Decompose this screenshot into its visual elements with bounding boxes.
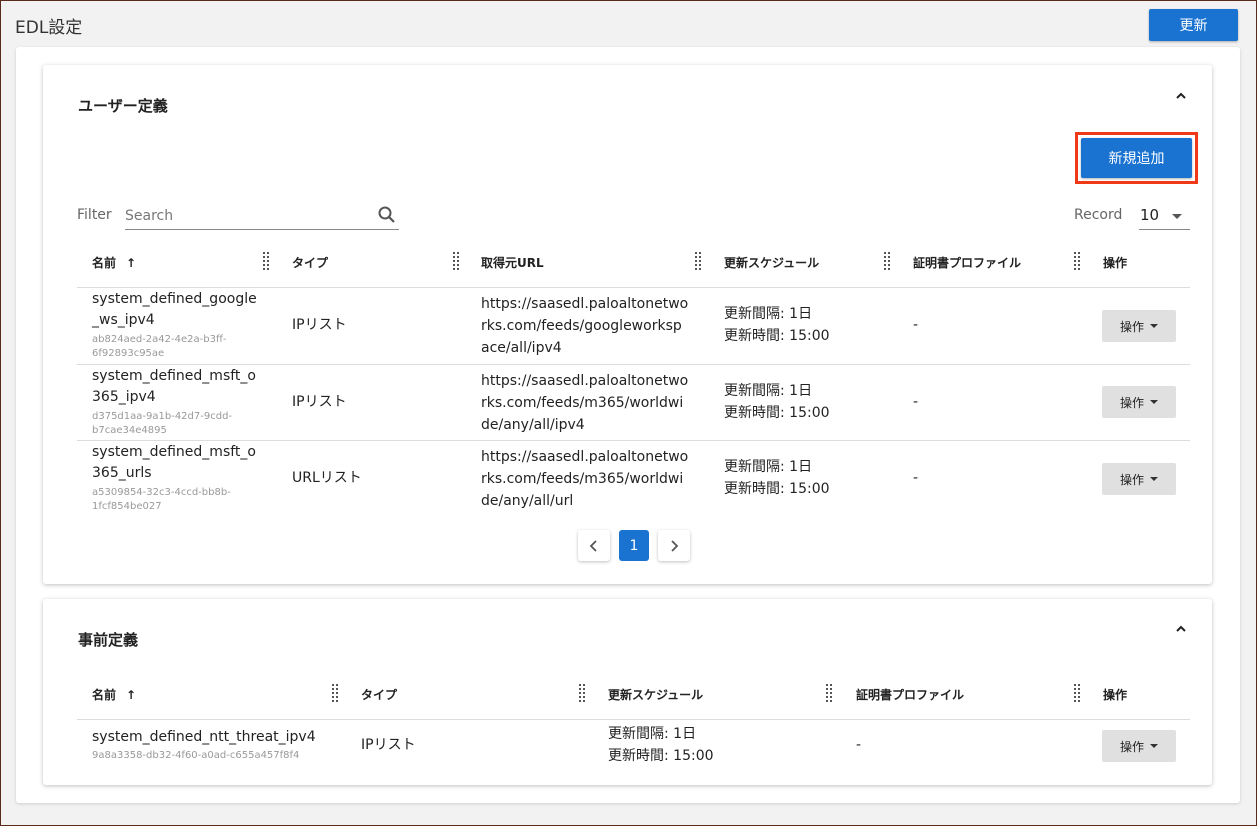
pagination-next[interactable] bbox=[658, 530, 690, 561]
caret-down-icon bbox=[1172, 214, 1182, 219]
row-action-button[interactable]: 操作 bbox=[1102, 310, 1176, 342]
col-header-schedule[interactable]: 更新スケジュール bbox=[608, 686, 703, 703]
pagination-prev[interactable] bbox=[578, 530, 610, 561]
row-name: system_defined_google _ws_ipv4 bbox=[92, 291, 257, 328]
row-schedule: 更新間隔: 1日 更新時間: 15:00 bbox=[724, 459, 830, 497]
sort-arrow-up-icon[interactable]: ↑ bbox=[126, 256, 136, 270]
col-header-url[interactable]: 取得元URL bbox=[481, 254, 544, 271]
record-value: 10 bbox=[1140, 206, 1160, 224]
row-url: https://saasedl.paloaltonetwo rks.com/fe… bbox=[481, 449, 689, 509]
row-name: system_defined_msft_o 365_urls bbox=[92, 444, 256, 481]
row-cert: - bbox=[856, 737, 862, 753]
row-schedule: 更新間隔: 1日 更新時間: 15:00 bbox=[724, 306, 830, 344]
table-divider bbox=[77, 440, 1190, 441]
row-cert: - bbox=[913, 317, 919, 333]
record-label: Record bbox=[1074, 207, 1123, 223]
user-defined-title: ユーザー定義 bbox=[78, 97, 168, 115]
column-grip-icon[interactable] bbox=[452, 252, 460, 270]
caret-down-icon bbox=[1150, 477, 1158, 481]
table-divider bbox=[77, 719, 1190, 720]
update-button[interactable]: 更新 bbox=[1149, 9, 1238, 41]
row-schedule: 更新間隔: 1日 更新時間: 15:00 bbox=[608, 726, 714, 764]
row-uuid: a5309854-32c3-4ccd-bb8b- 1fcf854be027 bbox=[92, 487, 231, 512]
col-header-type[interactable]: タイプ bbox=[292, 254, 328, 271]
row-url: https://saasedl.paloaltonetwo rks.com/fe… bbox=[481, 296, 689, 356]
pagination-page[interactable]: 1 bbox=[619, 530, 649, 561]
chevron-up-icon[interactable] bbox=[1174, 89, 1188, 103]
row-action-button[interactable]: 操作 bbox=[1102, 386, 1176, 418]
record-select[interactable]: 10 bbox=[1139, 203, 1190, 230]
top-bar: EDL設定 更新 bbox=[1, 1, 1256, 47]
row-cert: - bbox=[913, 470, 919, 486]
caret-down-icon bbox=[1150, 400, 1158, 404]
row-action-button[interactable]: 操作 bbox=[1102, 730, 1176, 762]
column-grip-icon[interactable] bbox=[694, 252, 702, 270]
col-header-name[interactable]: 名前 ↑ bbox=[92, 254, 136, 271]
chevron-left-icon bbox=[589, 539, 597, 552]
row-schedule: 更新間隔: 1日 更新時間: 15:00 bbox=[724, 383, 830, 421]
column-grip-icon[interactable] bbox=[578, 684, 586, 702]
row-type: IPリスト bbox=[361, 737, 416, 753]
caret-down-icon bbox=[1150, 744, 1158, 748]
add-new-button[interactable]: 新規追加 bbox=[1081, 138, 1192, 178]
row-type: IPリスト bbox=[292, 317, 347, 333]
chevron-right-icon bbox=[671, 539, 679, 552]
col-header-cert[interactable]: 証明書プロファイル bbox=[913, 254, 1021, 271]
row-name: system_defined_msft_o 365_ipv4 bbox=[92, 368, 256, 405]
col-header-name[interactable]: 名前 ↑ bbox=[92, 686, 136, 703]
row-action-button[interactable]: 操作 bbox=[1102, 463, 1176, 495]
col-header-cert[interactable]: 証明書プロファイル bbox=[856, 686, 964, 703]
col-header-type[interactable]: タイプ bbox=[361, 686, 397, 703]
column-grip-icon[interactable] bbox=[1073, 684, 1081, 702]
row-uuid: ab824aed-2a42-4e2a-b3ff- 6f92893c95ae bbox=[92, 334, 227, 359]
filter-label: Filter bbox=[77, 207, 112, 223]
row-type: URLリスト bbox=[292, 470, 362, 486]
row-url: https://saasedl.paloaltonetwo rks.com/fe… bbox=[481, 373, 689, 433]
column-grip-icon[interactable] bbox=[825, 684, 833, 702]
table-divider bbox=[77, 287, 1190, 288]
col-header-schedule[interactable]: 更新スケジュール bbox=[724, 254, 819, 271]
column-grip-icon[interactable] bbox=[1073, 252, 1081, 270]
row-cert: - bbox=[913, 394, 919, 410]
col-header-actions: 操作 bbox=[1103, 688, 1128, 702]
row-uuid: d375d1aa-9a1b-42d7-9cdd- b7cae34e4895 bbox=[92, 411, 233, 436]
caret-down-icon bbox=[1150, 324, 1158, 328]
table-divider bbox=[77, 364, 1190, 365]
chevron-up-icon[interactable] bbox=[1174, 622, 1188, 636]
page-title: EDL設定 bbox=[15, 18, 83, 38]
col-header-actions: 操作 bbox=[1103, 256, 1128, 270]
predefined-title: 事前定義 bbox=[78, 631, 139, 649]
column-grip-icon[interactable] bbox=[883, 252, 891, 270]
row-type: IPリスト bbox=[292, 394, 347, 410]
column-grip-icon[interactable] bbox=[262, 252, 270, 270]
column-grip-icon[interactable] bbox=[331, 684, 339, 702]
search-icon[interactable] bbox=[377, 205, 397, 225]
row-uuid: 9a8a3358-db32-4f60-a0ad-c655a457f8f4 bbox=[92, 750, 300, 761]
search-field bbox=[125, 203, 399, 230]
sort-arrow-up-icon[interactable]: ↑ bbox=[126, 688, 136, 702]
row-name: system_defined_ntt_threat_ipv4 bbox=[92, 729, 316, 745]
search-input[interactable] bbox=[125, 205, 365, 227]
